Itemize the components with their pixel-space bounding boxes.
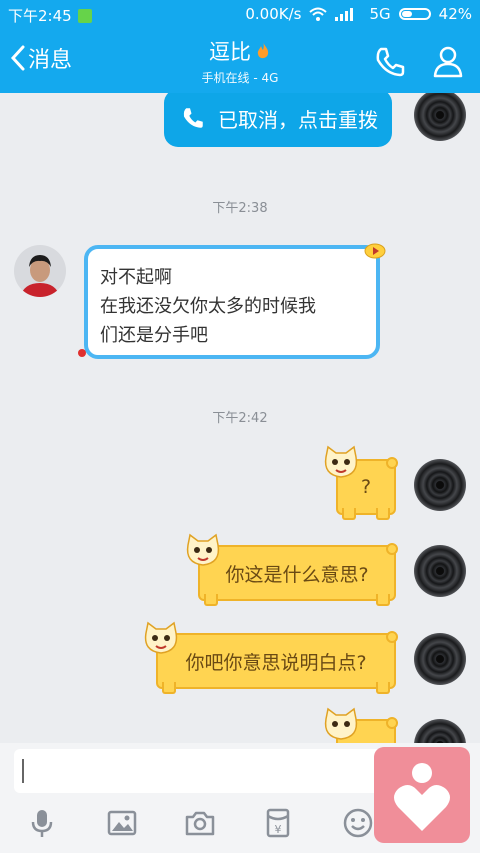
- text-caret: [22, 759, 24, 783]
- network-type: 5G: [369, 5, 391, 23]
- signal-icon: [335, 8, 354, 21]
- message-text: ?: [360, 476, 372, 498]
- chat-header: 消息 逗比 手机在线 - 4G: [0, 28, 480, 93]
- cat-sticker-icon: [186, 533, 220, 566]
- friend-message-line: 对不起啊: [100, 267, 172, 288]
- friend-photo: [14, 245, 66, 297]
- battery-icon: [398, 8, 431, 20]
- emoji-icon[interactable]: [342, 807, 374, 839]
- status-time: 下午2:45: [8, 7, 72, 25]
- red-packet-icon[interactable]: ¥: [262, 807, 294, 839]
- call-cancelled-bubble[interactable]: 已取消，点击重拨: [164, 93, 392, 147]
- phone-icon: [183, 108, 203, 128]
- network-speed: 0.00K/s: [245, 5, 302, 23]
- timestamp: 下午2:42: [212, 411, 268, 426]
- friend-avatar[interactable]: [14, 245, 66, 297]
- image-icon[interactable]: [106, 807, 138, 839]
- profile-button[interactable]: [428, 42, 472, 82]
- mic-icon[interactable]: [26, 807, 58, 839]
- battery-percent: 42%: [438, 5, 472, 23]
- my-avatar[interactable]: [414, 719, 466, 743]
- red-dot: [78, 349, 86, 357]
- bell-icon: [364, 243, 386, 259]
- friend-message-line: 们还是分手吧: [100, 325, 208, 346]
- my-avatar[interactable]: [414, 459, 466, 511]
- cat-sticker-icon: [144, 621, 178, 654]
- cat-sticker-icon: [324, 707, 358, 740]
- svg-text:¥: ¥: [275, 823, 282, 836]
- my-message-bubble[interactable]: 你吧你意思说明白点?: [156, 631, 398, 694]
- call-status-text: 已取消，点击重拨: [218, 107, 378, 132]
- call-button[interactable]: [370, 42, 414, 82]
- chat-area: 已取消，点击重拨 下午2:38 对不起啊 在我还没欠你太多的时候我 们还是分手吧…: [0, 93, 480, 743]
- cat-sticker-icon: [324, 445, 358, 478]
- my-avatar[interactable]: [414, 545, 466, 597]
- friend-message-bubble[interactable]: 对不起啊 在我还没欠你太多的时候我 们还是分手吧: [78, 243, 386, 359]
- page-title: 逗比: [209, 40, 251, 64]
- floating-heart-button[interactable]: [374, 747, 470, 843]
- message-text: 你吧你意思说明白点?: [185, 651, 367, 674]
- my-message-bubble[interactable]: 你这是什么意思?: [198, 543, 398, 606]
- sim-icon: [77, 8, 92, 23]
- fire-icon: [257, 42, 269, 59]
- heart-icon: [394, 763, 450, 831]
- camera-icon[interactable]: [184, 807, 216, 839]
- message-text: 你这是什么意思?: [225, 563, 369, 586]
- timestamp: 下午2:38: [212, 201, 268, 216]
- status-bar: 下午2:45 0.00K/s 5G 42%: [0, 0, 480, 28]
- phone-icon: [376, 47, 405, 77]
- my-avatar[interactable]: [414, 633, 466, 685]
- my-avatar[interactable]: [414, 93, 466, 141]
- person-icon: [433, 46, 463, 78]
- wifi-icon: [309, 7, 328, 21]
- friend-message-line: 在我还没欠你太多的时候我: [100, 296, 316, 317]
